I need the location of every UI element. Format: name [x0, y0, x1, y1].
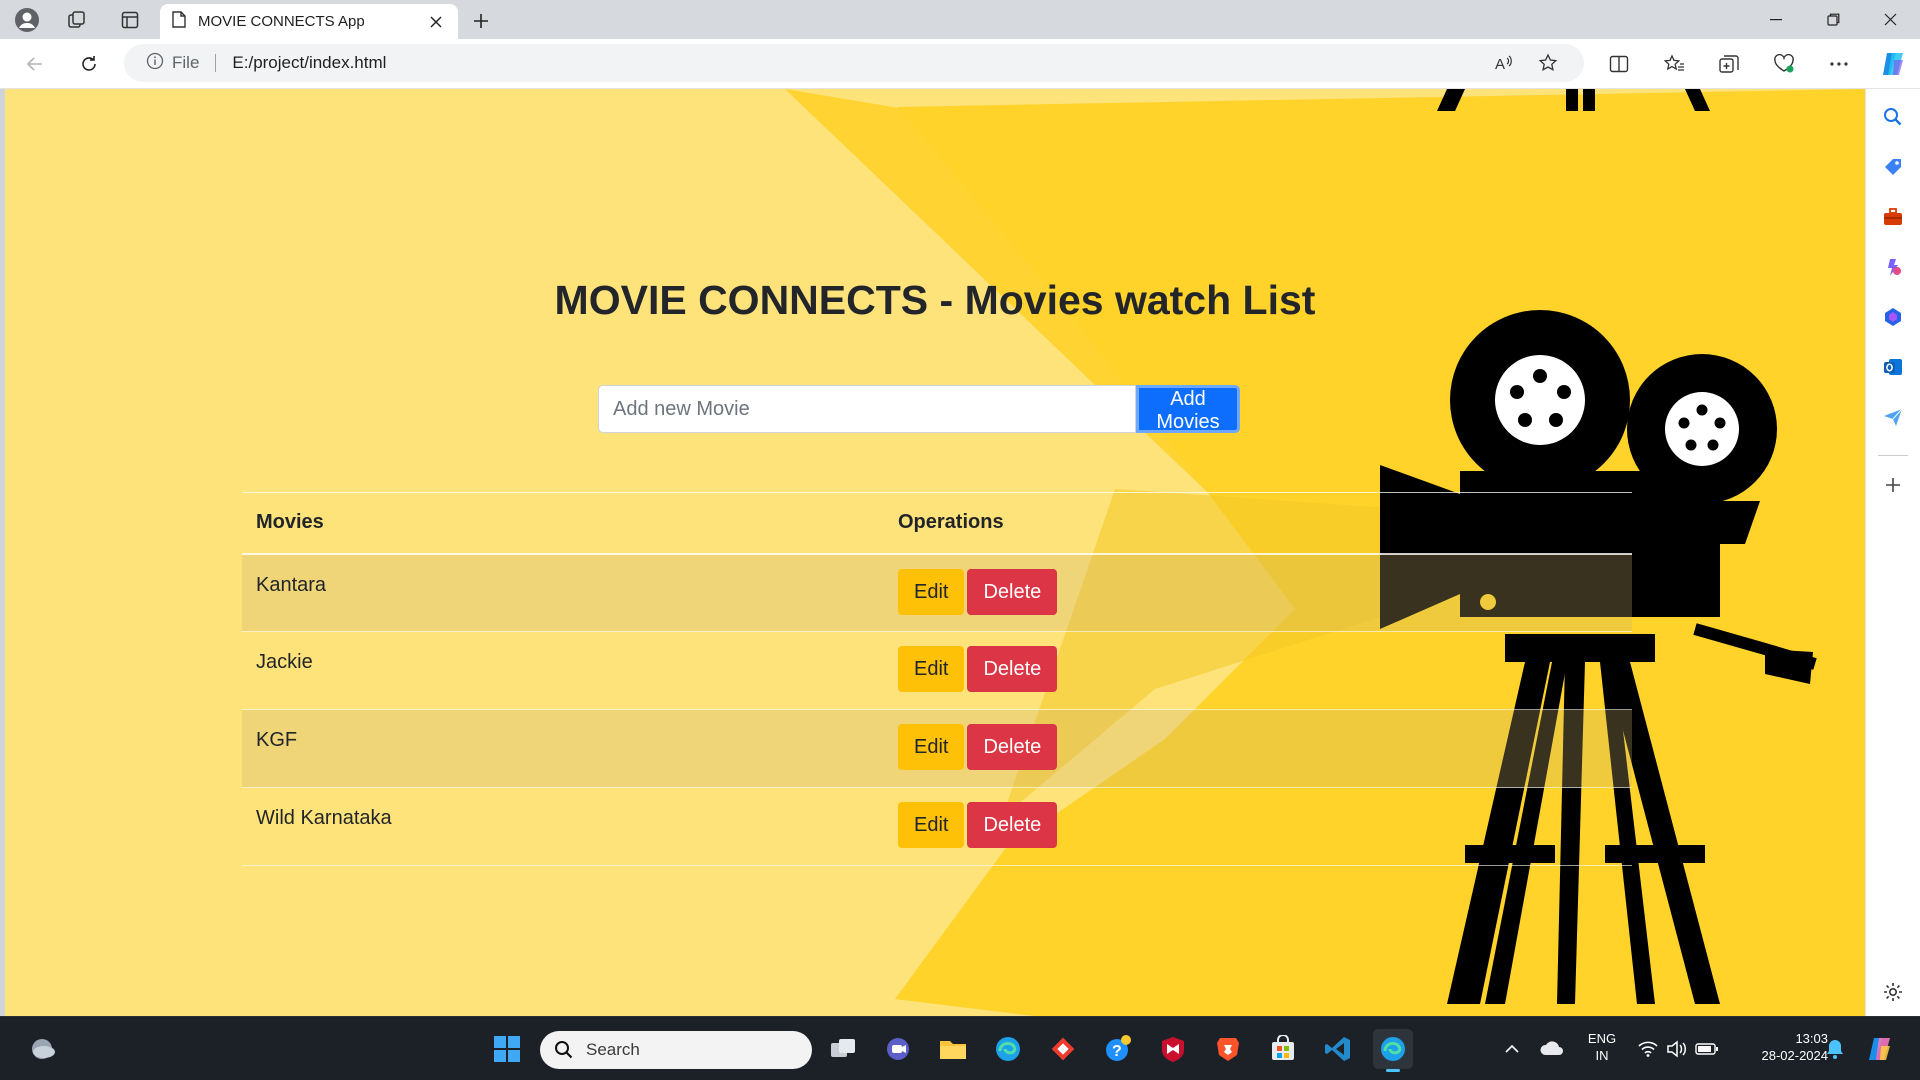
split-screen-icon[interactable] [1602, 47, 1636, 81]
task-view-icon[interactable] [823, 1029, 863, 1069]
clock-time: 13:03 [1795, 1031, 1828, 1046]
svg-text:A: A [1495, 56, 1505, 72]
movie-name: Wild Karnataka [242, 787, 884, 866]
edge-icon[interactable] [988, 1029, 1028, 1069]
movie-name: Kantara [242, 553, 884, 632]
operations-cell: Edit Delete [884, 631, 1632, 710]
browser-tab-strip: MOVIE CONNECTS App [0, 0, 1920, 39]
search-icon [555, 1041, 573, 1059]
delete-button[interactable]: Delete [967, 568, 1058, 615]
edit-button[interactable]: Edit [898, 646, 965, 692]
edit-button[interactable]: Edit [898, 802, 965, 848]
clock[interactable]: 13:03 28-02-2024 [1732, 1030, 1829, 1064]
show-hidden-icons-chevron-icon[interactable] [1492, 1029, 1532, 1069]
workspaces-icon[interactable] [60, 4, 94, 36]
edge-active-icon[interactable] [1373, 1029, 1413, 1072]
add-sidebar-app-icon[interactable] [1878, 470, 1908, 500]
collections-icon[interactable] [1712, 47, 1746, 81]
vertical-tabs-icon[interactable] [113, 4, 147, 36]
mcafee-icon[interactable] [1153, 1029, 1193, 1069]
table-row: KGF Edit Delete [242, 709, 1632, 788]
table-row: Kantara Edit Delete [242, 553, 1632, 632]
address-separator [215, 54, 217, 72]
page-title: MOVIE CONNECTS - Movies watch List [554, 277, 1316, 323]
close-window-button[interactable] [1862, 0, 1918, 39]
vscode-icon[interactable] [1318, 1029, 1358, 1069]
outlook-icon[interactable] [1878, 352, 1908, 382]
favorites-icon[interactable] [1657, 47, 1691, 81]
battery-icon[interactable] [1687, 1029, 1727, 1069]
operations-cell: Edit Delete [884, 787, 1632, 866]
start-button[interactable] [487, 1029, 527, 1069]
minimize-button[interactable] [1748, 0, 1804, 39]
close-tab-icon[interactable] [426, 12, 446, 32]
movie-name: Jackie [242, 631, 884, 710]
operations-cell: Edit Delete [884, 709, 1632, 788]
table-header-row: Movies Operations [242, 492, 1632, 555]
browser-toolbar: File E:/project/index.html A [0, 39, 1920, 89]
restore-button[interactable] [1805, 0, 1861, 39]
edit-button[interactable]: Edit [898, 568, 965, 615]
taskbar-search-box[interactable]: Search [540, 1031, 812, 1069]
send-icon[interactable] [1878, 402, 1908, 432]
notification-bell-icon[interactable] [1815, 1029, 1855, 1069]
profile-icon[interactable] [10, 4, 44, 36]
page-document-icon [172, 10, 186, 33]
operations-cell: Edit Delete [884, 553, 1632, 632]
active-tab[interactable]: MOVIE CONNECTS App [160, 4, 458, 39]
add-movies-button[interactable]: Add Movies [1136, 385, 1240, 433]
clock-date: 28-02-2024 [1761, 1048, 1829, 1063]
tab-title: MOVIE CONNECTS App [198, 13, 365, 30]
back-button[interactable] [18, 47, 52, 81]
new-tab-button[interactable] [466, 6, 496, 36]
language-indicator[interactable]: ENG IN [1580, 1030, 1624, 1064]
onedrive-cloud-icon[interactable] [1532, 1029, 1572, 1069]
edge-sidebar [1865, 89, 1920, 1016]
url-text[interactable]: E:/project/index.html [232, 53, 386, 73]
weather-icon[interactable] [22, 1029, 62, 1069]
teams-chat-icon[interactable] [878, 1029, 918, 1069]
shopping-tag-icon[interactable] [1878, 152, 1908, 182]
site-info-icon[interactable] [146, 52, 164, 75]
add-movie-form: Add Movies [598, 385, 1240, 433]
anydesk-icon[interactable] [1043, 1029, 1083, 1069]
sidebar-divider [1878, 455, 1908, 456]
file-explorer-icon[interactable] [933, 1029, 973, 1069]
games-icon[interactable] [1878, 252, 1908, 282]
edit-button[interactable]: Edit [898, 724, 965, 770]
web-page: MOVIE CONNECTS - Movies watch List Add M… [5, 89, 1865, 1016]
table-row: Jackie Edit Delete [242, 631, 1632, 710]
copilot-taskbar-icon[interactable] [1860, 1029, 1900, 1069]
operations-column-header: Operations [884, 492, 1632, 555]
delete-button[interactable]: Delete [967, 802, 1058, 848]
delete-button[interactable]: Delete [967, 646, 1058, 692]
browser-essentials-icon[interactable] [1767, 47, 1801, 81]
read-aloud-icon[interactable]: A [1490, 48, 1520, 78]
language-code: ENG [1587, 1031, 1617, 1046]
microsoft-store-icon[interactable] [1263, 1029, 1303, 1069]
help-icon[interactable]: ? [1098, 1029, 1138, 1069]
favorite-star-icon[interactable] [1533, 48, 1563, 78]
taskbar-search-label: Search [586, 1040, 640, 1059]
windows-taskbar: Search ? ENG IN 13:03 28-02-2024 [0, 1016, 1920, 1080]
movies-column-header: Movies [242, 492, 884, 555]
address-bar[interactable]: File E:/project/index.html A [124, 44, 1584, 82]
delete-button[interactable]: Delete [967, 724, 1058, 770]
table-row: Wild Karnataka Edit Delete [242, 787, 1632, 866]
microsoft-365-icon[interactable] [1878, 302, 1908, 332]
movie-name: KGF [242, 709, 884, 788]
settings-gear-icon[interactable] [1878, 977, 1908, 1007]
svg-text:?: ? [1112, 1043, 1122, 1060]
refresh-button[interactable] [72, 47, 106, 81]
tools-icon[interactable] [1878, 202, 1908, 232]
copilot-icon[interactable] [1876, 47, 1910, 81]
brave-browser-icon[interactable] [1208, 1029, 1248, 1069]
region-code: IN [1595, 1048, 1609, 1063]
more-options-icon[interactable] [1822, 47, 1856, 81]
add-movie-input[interactable] [598, 385, 1136, 433]
movies-table: Movies Operations Kantara Edit Delete Jac… [242, 492, 1632, 866]
file-scheme-label: File [172, 53, 200, 72]
search-icon[interactable] [1878, 102, 1908, 132]
